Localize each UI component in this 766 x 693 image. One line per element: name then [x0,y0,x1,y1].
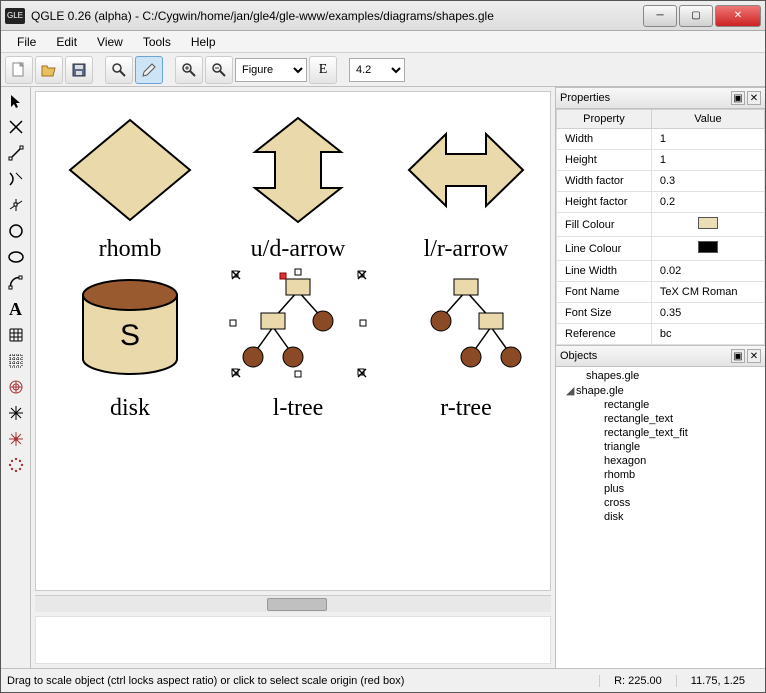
tree-item[interactable]: rectangle_text [556,412,765,426]
titlebar: GLE QGLE 0.26 (alpha) - C:/Cygwin/home/j… [1,1,765,31]
app-icon: GLE [5,8,25,24]
tree-item[interactable]: cross [556,496,765,510]
prop-header-key: Property [557,110,652,129]
ellipse-tool-icon[interactable] [4,245,28,269]
app-window: GLE QGLE 0.26 (alpha) - C:/Cygwin/home/j… [0,0,766,693]
expand-icon[interactable]: ◢ [566,384,576,397]
circle-tool-icon[interactable] [4,219,28,243]
properties-table: Property Value Width1Height1Width factor… [556,109,765,345]
perp-tool-icon[interactable] [4,193,28,217]
expression-button[interactable]: E [309,56,337,84]
canvas[interactable]: rhomb u/d-arrow l/r-arrow [35,91,551,591]
maximize-button[interactable]: ▢ [679,5,713,27]
horizontal-scrollbar[interactable] [35,595,551,612]
edit-tool-button[interactable] [135,56,163,84]
property-row[interactable]: Font Size0.35 [557,303,765,324]
zoom-tool-button[interactable] [105,56,133,84]
close-button[interactable]: ✕ [715,5,761,27]
color-swatch[interactable] [698,217,718,229]
tree-item[interactable]: triangle [556,440,765,454]
shape-ud-arrow: u/d-arrow [214,106,382,263]
property-row[interactable]: Line Colour [557,237,765,261]
zoom-in-button[interactable] [175,56,203,84]
close-panel-icon[interactable]: ✕ [747,91,761,105]
menu-edit[interactable]: Edit [46,33,87,51]
tools-toolbar: A [1,87,31,668]
shape-label: l/r-arrow [424,236,509,263]
undock-icon[interactable]: ▣ [731,91,745,105]
objects-tree[interactable]: shapes.gle◢shape.glerectanglerectangle_t… [556,367,765,668]
svg-text:S: S [120,319,140,352]
property-row[interactable]: Height factor0.2 [557,192,765,213]
objects-panel-title: Objects ▣ ✕ [556,345,765,367]
window-title: QGLE 0.26 (alpha) - C:/Cygwin/home/jan/g… [31,9,641,23]
shape-rtree: r-tree [382,263,550,422]
pointer-tool-icon[interactable] [4,89,28,113]
figure-select[interactable]: Figure [235,58,307,82]
polar-grid-icon[interactable] [4,375,28,399]
tree-item[interactable]: plus [556,482,765,496]
save-file-button[interactable] [65,56,93,84]
shape-label: rhomb [99,236,162,263]
shape-label: r-tree [440,395,491,422]
menu-view[interactable]: View [87,33,133,51]
statusbar: Drag to scale object (ctrl locks aspect … [1,668,765,692]
status-r: R: 225.00 [599,675,676,687]
close-panel-icon[interactable]: ✕ [747,349,761,363]
shape-label: u/d-arrow [251,236,346,263]
snap-dots-icon[interactable] [4,453,28,477]
main-toolbar: Figure E 4.2 [1,53,765,87]
shape-label: l-tree [273,395,324,422]
shape-label: disk [110,395,150,422]
property-row[interactable]: Height1 [557,150,765,171]
snap-star-icon[interactable] [4,427,28,451]
property-row[interactable]: Width1 [557,129,765,150]
tangent-tool-icon[interactable] [4,167,28,191]
properties-title-text: Properties [560,92,610,104]
undock-icon[interactable]: ▣ [731,349,745,363]
status-hint: Drag to scale object (ctrl locks aspect … [7,675,599,687]
prop-header-val: Value [651,110,764,129]
new-file-button[interactable] [5,56,33,84]
menu-help[interactable]: Help [181,33,226,51]
line-tool-icon[interactable] [4,141,28,165]
properties-panel-title: Properties ▣ ✕ [556,87,765,109]
canvas-area: rhomb u/d-arrow l/r-arrow [31,87,555,668]
color-swatch[interactable] [698,241,718,253]
grid-tool-icon[interactable] [4,323,28,347]
output-panel [35,616,551,664]
menubar: File Edit View Tools Help [1,31,765,53]
shape-disk: S disk [46,263,214,422]
shape-ltree[interactable]: l-tree [214,263,382,422]
snap-cross-icon[interactable] [4,401,28,425]
menu-tools[interactable]: Tools [133,33,181,51]
dashed-grid-icon[interactable] [4,349,28,373]
line-cross-tool-icon[interactable] [4,115,28,139]
status-coords: 11.75, 1.25 [676,675,759,687]
shape-rhomb: rhomb [46,106,214,263]
tree-item[interactable]: hexagon [556,454,765,468]
property-row[interactable]: Width factor0.3 [557,171,765,192]
tree-item[interactable]: ◢shape.gle [556,383,765,398]
property-row[interactable]: Font NameTeX CM Roman [557,282,765,303]
arc-tool-icon[interactable] [4,271,28,295]
tree-item[interactable]: rectangle_text_fit [556,426,765,440]
shape-lr-arrow: l/r-arrow [382,106,550,263]
open-file-button[interactable] [35,56,63,84]
objects-title-text: Objects [560,350,597,362]
zoom-out-button[interactable] [205,56,233,84]
property-row[interactable]: Line Width0.02 [557,261,765,282]
text-tool-icon[interactable]: A [4,297,28,321]
minimize-button[interactable]: ─ [643,5,677,27]
tree-item[interactable]: rectangle [556,398,765,412]
tree-item[interactable]: shapes.gle [556,369,765,383]
property-row[interactable]: Fill Colour [557,213,765,237]
zoom-level-select[interactable]: 4.2 [349,58,405,82]
menu-file[interactable]: File [7,33,46,51]
tree-item[interactable]: rhomb [556,468,765,482]
property-row[interactable]: Referencebc [557,324,765,345]
tree-item[interactable]: disk [556,510,765,524]
